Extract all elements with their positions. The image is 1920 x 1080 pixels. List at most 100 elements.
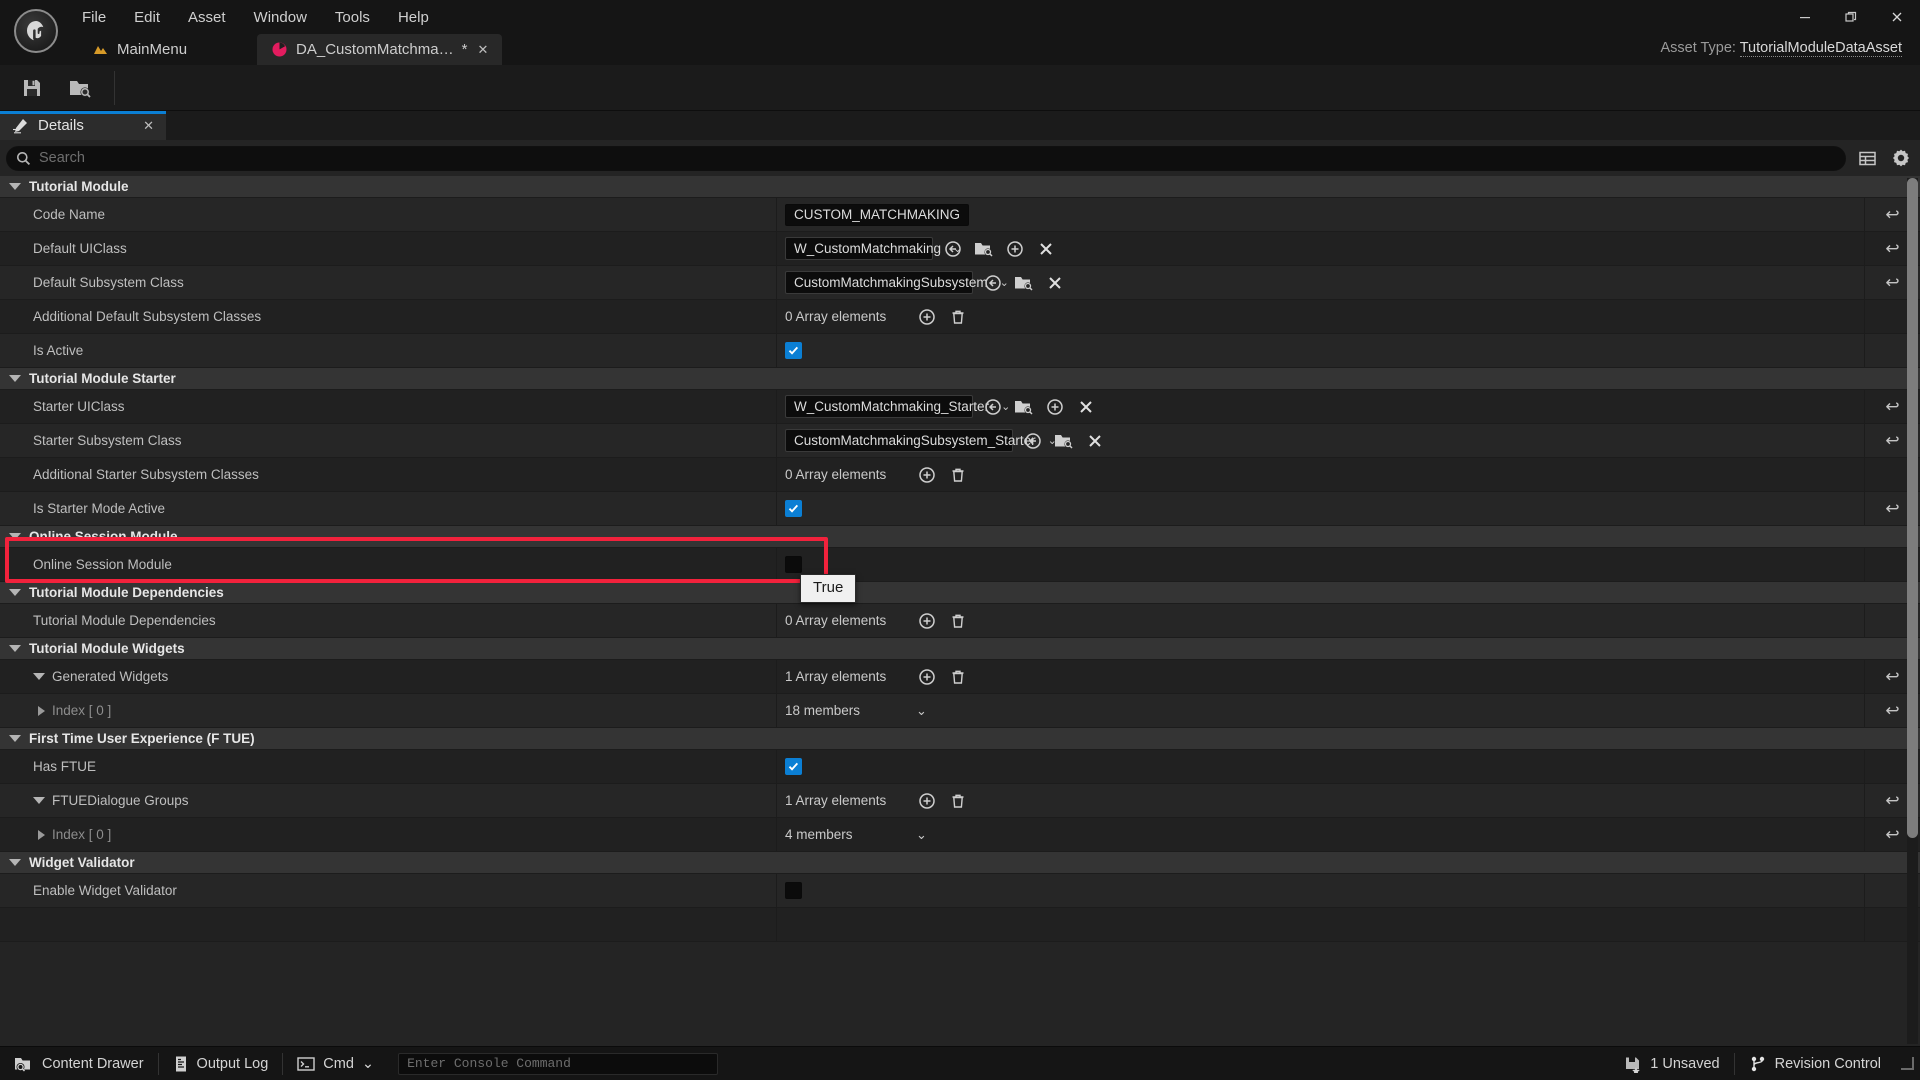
- browse-content-button[interactable]: [1053, 430, 1075, 452]
- resize-grip[interactable]: [1901, 1057, 1914, 1070]
- clear-icon: [1089, 434, 1101, 447]
- chevron-down-icon: ⌄: [361, 1055, 375, 1072]
- chevron-right-icon[interactable]: [38, 829, 45, 840]
- browse-back-button[interactable]: [982, 272, 1004, 294]
- default-uiclass-combo[interactable]: W_CustomMatchmaking ⌄: [785, 237, 962, 260]
- menu-window[interactable]: Window: [240, 5, 321, 30]
- tab-da-custommatchmaking[interactable]: DA_CustomMatchma… * ✕: [257, 34, 503, 65]
- content-drawer-button[interactable]: Content Drawer: [0, 1047, 158, 1080]
- category-widget-validator[interactable]: Widget Validator: [0, 852, 1920, 874]
- add-array-element-button[interactable]: [916, 666, 938, 688]
- row-has-ftue: Has FTUE ↩: [0, 750, 1920, 784]
- browse-back-icon: [985, 274, 1001, 291]
- add-array-element-button[interactable]: [916, 464, 938, 486]
- code-name-input[interactable]: CUSTOM_MATCHMAKING: [785, 203, 970, 226]
- cmd-dropdown-button[interactable]: Cmd ⌄: [283, 1047, 388, 1080]
- chevron-down-icon[interactable]: [9, 735, 21, 742]
- menu-bar: File Edit Asset Window Tools Help: [68, 0, 443, 34]
- delete-array-button[interactable]: [947, 666, 969, 688]
- chevron-down-icon[interactable]: [33, 673, 45, 680]
- tab-mainmenu[interactable]: MainMenu: [78, 34, 201, 65]
- category-tutorial-module-starter[interactable]: Tutorial Module Starter: [0, 368, 1920, 390]
- minimize-button[interactable]: [1782, 0, 1828, 34]
- browse-content-button[interactable]: [1013, 272, 1035, 294]
- tab-details[interactable]: Details ✕: [0, 111, 166, 140]
- panel-tab-bar: Details ✕: [0, 111, 1920, 140]
- delete-array-button[interactable]: [947, 790, 969, 812]
- details-tab-close-icon[interactable]: ✕: [143, 118, 154, 134]
- chevron-down-icon[interactable]: [9, 859, 21, 866]
- chevron-down-icon[interactable]: [9, 645, 21, 652]
- add-array-element-button[interactable]: [916, 610, 938, 632]
- unsaved-assets-button[interactable]: 1 Unsaved: [1610, 1047, 1733, 1080]
- starter-subsystem-combo[interactable]: CustomMatchmakingSubsystem_Starter ⌄: [785, 429, 1057, 452]
- delete-array-button[interactable]: [947, 306, 969, 328]
- has-ftue-checkbox[interactable]: [785, 758, 802, 775]
- save-button[interactable]: [10, 69, 54, 107]
- add-array-element-button[interactable]: [916, 790, 938, 812]
- enable-widget-validator-checkbox[interactable]: [785, 882, 802, 899]
- asset-type-value[interactable]: TutorialModuleDataAsset: [1739, 40, 1902, 57]
- browse-content-button[interactable]: [973, 238, 995, 260]
- chevron-down-icon[interactable]: [9, 533, 21, 540]
- is-active-checkbox[interactable]: [785, 342, 802, 359]
- chevron-down-icon[interactable]: [9, 375, 21, 382]
- is-starter-mode-active-checkbox[interactable]: [785, 500, 802, 517]
- output-log-button[interactable]: Output Log: [159, 1047, 283, 1080]
- view-options-button[interactable]: [1854, 145, 1880, 171]
- menu-file[interactable]: File: [68, 5, 120, 30]
- browse-back-button[interactable]: [982, 396, 1004, 418]
- add-button[interactable]: [1044, 396, 1066, 418]
- settings-button[interactable]: [1888, 145, 1914, 171]
- close-window-button[interactable]: [1874, 0, 1920, 34]
- clear-button[interactable]: [1035, 238, 1057, 260]
- browse-content-button[interactable]: [1013, 396, 1035, 418]
- category-first-time-user-experience[interactable]: First Time User Experience (F TUE): [0, 728, 1920, 750]
- clear-button[interactable]: [1084, 430, 1106, 452]
- property-label: [0, 908, 777, 941]
- category-tutorial-module[interactable]: Tutorial Module: [0, 176, 1920, 198]
- add-button[interactable]: [1004, 238, 1026, 260]
- browse-back-button[interactable]: [942, 238, 964, 260]
- chevron-down-icon[interactable]: [9, 183, 21, 190]
- category-tutorial-module-widgets[interactable]: Tutorial Module Widgets: [0, 638, 1920, 660]
- category-online-session-module[interactable]: Online Session Module: [0, 526, 1920, 548]
- clear-button[interactable]: [1075, 396, 1097, 418]
- clear-button[interactable]: [1044, 272, 1066, 294]
- category-tutorial-module-dependencies[interactable]: Tutorial Module Dependencies: [0, 582, 1920, 604]
- details-scrollbar-track[interactable]: [1907, 178, 1918, 1044]
- tab-close-icon[interactable]: ✕: [477, 42, 488, 58]
- row-is-active: Is Active ↩: [0, 334, 1920, 368]
- revision-control-button[interactable]: Revision Control: [1735, 1047, 1895, 1080]
- maximize-button[interactable]: [1828, 0, 1874, 34]
- delete-array-button[interactable]: [947, 610, 969, 632]
- starter-uiclass-combo[interactable]: W_CustomMatchmaking_Starter ⌄: [785, 395, 1010, 418]
- menu-asset[interactable]: Asset: [174, 5, 240, 30]
- delete-icon: [952, 670, 964, 684]
- browse-content-icon: [1055, 434, 1073, 449]
- unreal-engine-logo-icon[interactable]: [14, 9, 58, 53]
- details-scrollbar-thumb[interactable]: [1907, 178, 1918, 838]
- chevron-right-icon[interactable]: [38, 705, 45, 716]
- add-icon: [1047, 398, 1063, 415]
- chevron-down-icon[interactable]: [33, 797, 45, 804]
- console-command-input[interactable]: Enter Console Command: [398, 1052, 719, 1075]
- chevron-down-icon[interactable]: [9, 589, 21, 596]
- chevron-down-icon[interactable]: ⌄: [916, 827, 927, 843]
- online-session-module-checkbox[interactable]: [785, 556, 802, 573]
- browse-to-asset-button[interactable]: [58, 69, 102, 107]
- menu-help[interactable]: Help: [384, 5, 443, 30]
- menu-tools[interactable]: Tools: [321, 5, 384, 30]
- category-label: Online Session Module: [29, 529, 178, 544]
- add-array-element-button[interactable]: [916, 306, 938, 328]
- menu-edit[interactable]: Edit: [120, 5, 174, 30]
- browse-back-button[interactable]: [1022, 430, 1044, 452]
- category-label: Tutorial Module Widgets: [29, 641, 185, 656]
- chevron-down-icon[interactable]: ⌄: [916, 703, 927, 719]
- checkmark-icon: [788, 762, 799, 771]
- default-subsystem-combo[interactable]: CustomMatchmakingSubsystem ⌄: [785, 271, 1009, 294]
- row-ftue-index-0: Index [ 0 ] 4 members ⌄ ↩: [0, 818, 1920, 852]
- delete-array-button[interactable]: [947, 464, 969, 486]
- array-element-count: 0 Array elements: [785, 613, 887, 628]
- search-input[interactable]: Search: [6, 145, 1846, 171]
